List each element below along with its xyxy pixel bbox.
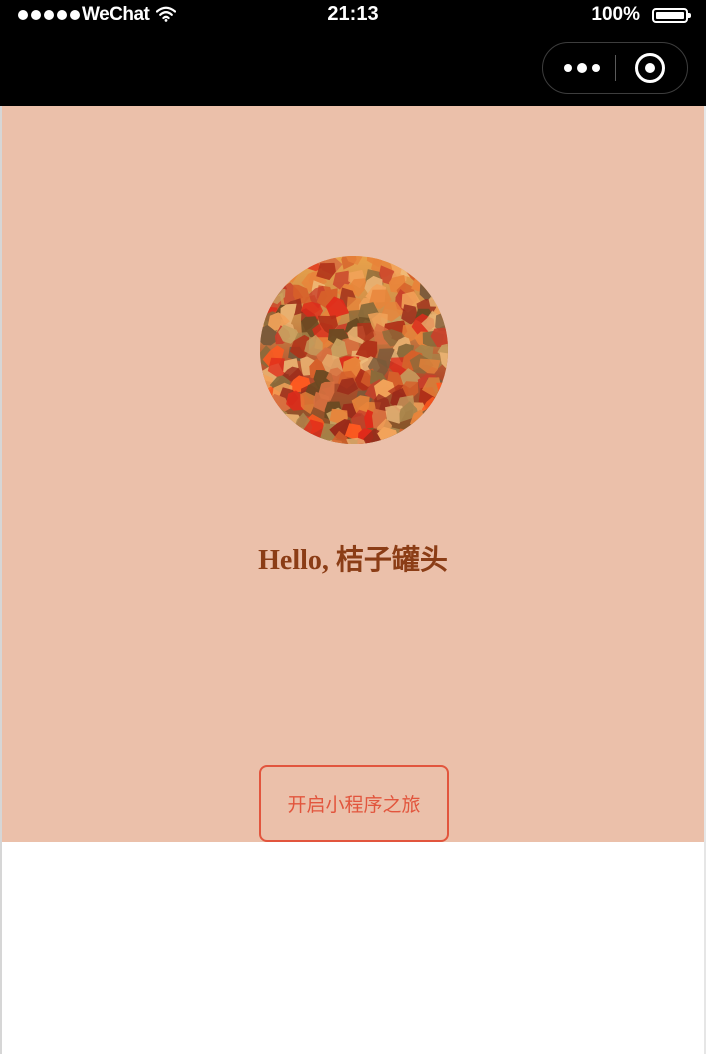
- avatar-mosaic-tile: [400, 256, 421, 267]
- avatar-mosaic-tile: [433, 412, 448, 435]
- avatar-mosaic-tile: [428, 292, 447, 307]
- avatar-mosaic-tile: [402, 437, 420, 444]
- status-bar: WeChat 21:13 100%: [0, 0, 706, 30]
- avatar-mosaic-tile: [260, 265, 272, 285]
- avatar-mosaic-tile: [291, 256, 309, 270]
- avatar-mosaic-tile: [262, 430, 285, 444]
- avatar-mosaic-tile: [260, 274, 274, 292]
- avatar-mosaic-tile: [422, 407, 445, 429]
- menu-capsule: [542, 42, 688, 94]
- user-avatar: [260, 256, 448, 444]
- avatar-mosaic-tile: [267, 256, 283, 277]
- avatar-mosaic-tile: [420, 423, 439, 443]
- capsule-divider: [615, 55, 616, 81]
- avatar-mosaic-tile: [280, 440, 291, 444]
- avatar-mosaic-tile: [278, 256, 301, 273]
- main-content: Hello, 桔子罐头 开启小程序之旅: [2, 106, 704, 842]
- avatar-mosaic-tile: [432, 256, 448, 276]
- close-target-icon[interactable]: [635, 53, 665, 83]
- greeting-text: Hello, 桔子罐头: [258, 545, 448, 576]
- avatar-mosaic-tile: [260, 396, 272, 419]
- avatar-mosaic-tile: [418, 263, 441, 282]
- avatar-mosaic-tile: [299, 437, 316, 444]
- battery-percentage: 100%: [591, 4, 640, 25]
- avatar-mosaic-tile: [309, 442, 325, 444]
- avatar-mosaic-tile: [436, 428, 448, 444]
- avatar-mosaic-tile: [260, 418, 273, 439]
- avatar-mosaic-tile: [425, 430, 441, 444]
- avatar-mosaic-tile: [410, 256, 432, 266]
- avatar-mosaic-tile: [443, 270, 448, 286]
- avatar-mosaic-tile: [419, 256, 438, 273]
- start-journey-button[interactable]: 开启小程序之旅: [259, 765, 449, 842]
- avatar-mosaic-tile: [444, 399, 448, 414]
- avatar-mosaic-tile: [445, 380, 448, 390]
- avatar-mosaic-tile: [440, 296, 448, 314]
- avatar-mosaic-tile: [438, 284, 448, 303]
- avatar-mosaic-tile: [260, 256, 276, 271]
- avatar-mosaic-tile: [270, 408, 288, 431]
- avatar-mosaic-tile: [420, 417, 439, 437]
- avatar-mosaic-tile: [281, 426, 304, 444]
- avatar-mosaic-tile: [417, 438, 439, 444]
- avatar-mosaic-tile: [398, 428, 419, 444]
- avatar-mosaic-tile: [273, 421, 296, 442]
- avatar-mosaic-tile: [393, 436, 412, 444]
- avatar-mosaic-tile: [264, 433, 279, 444]
- more-dots-icon[interactable]: [559, 59, 605, 77]
- navigation-bar: [0, 30, 706, 106]
- avatar-mosaic-tile: [438, 442, 448, 444]
- avatar-mosaic-tile: [260, 402, 272, 425]
- battery-icon: [652, 8, 691, 23]
